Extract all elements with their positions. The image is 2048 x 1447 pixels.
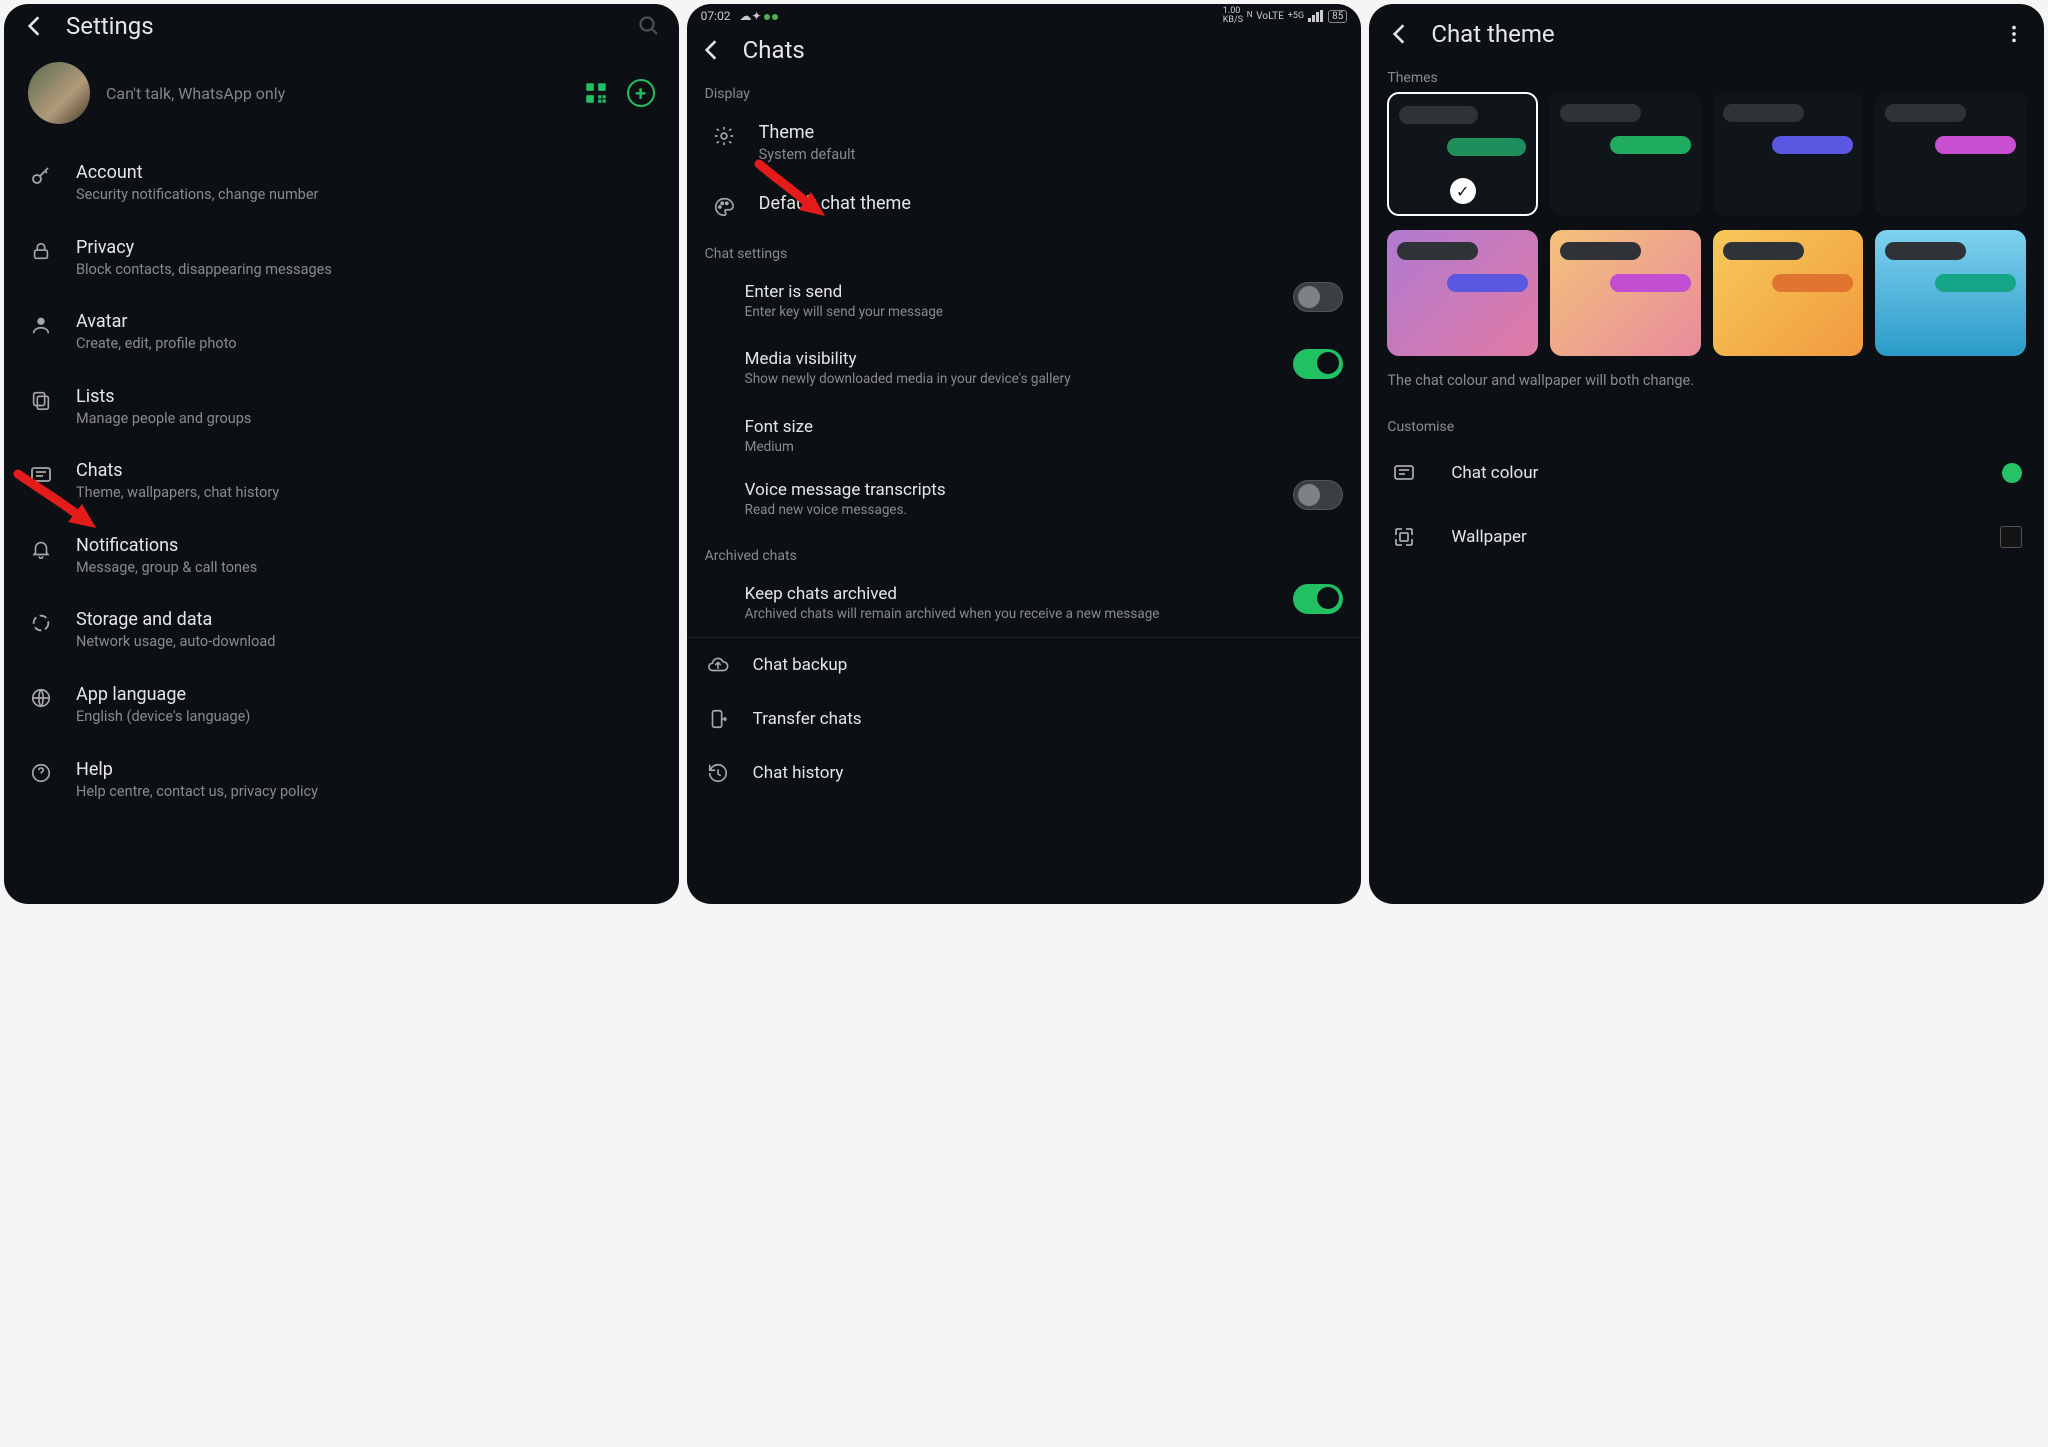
settings-item-app-language[interactable]: App language English (device's language) (4, 668, 679, 743)
chats-settings-screen: 07:02 ☁✦ 1.00KB/S ᴺVoLTE +5G 85 Chats Di… (687, 4, 1362, 904)
add-account-button[interactable]: + (627, 79, 655, 107)
chats-topbar: Chats (687, 28, 1362, 72)
theme-option-3[interactable] (1713, 92, 1864, 216)
back-button[interactable] (697, 36, 725, 64)
section-archived: Archived chats (687, 534, 1362, 570)
lists-icon (28, 389, 54, 411)
theme-row[interactable]: Theme System default (687, 108, 1362, 179)
chat-backup-row[interactable]: Chat backup (687, 638, 1362, 692)
theme-hint: The chat colour and wallpaper will both … (1369, 356, 2044, 405)
default-chat-theme-row[interactable]: Default chat theme (687, 179, 1362, 232)
font-size-row[interactable]: Font size Medium (687, 403, 1362, 467)
customise-label: Customise (1369, 405, 2044, 441)
clock: 07:02 (701, 9, 731, 23)
theme-option-7[interactable] (1713, 230, 1864, 356)
wallpaper-row[interactable]: Wallpaper (1369, 505, 2044, 569)
profile-status: Can't talk, WhatsApp only (106, 84, 285, 103)
more-menu-icon[interactable] (2000, 20, 2028, 48)
key-icon (28, 165, 54, 189)
settings-topbar: Settings (4, 4, 679, 48)
theme-option-4[interactable] (1875, 92, 2026, 216)
check-icon: ✓ (1450, 178, 1476, 204)
themes-label: Themes (1369, 56, 2044, 92)
avatar-icon (28, 314, 54, 336)
back-button[interactable] (1385, 20, 1413, 48)
chat-history-row[interactable]: Chat history (687, 746, 1362, 800)
page-title: Settings (66, 12, 154, 40)
wallpaper-icon (1391, 525, 1417, 549)
settings-screen: Settings Can't talk, WhatsApp only + Acc… (4, 4, 679, 904)
chat-icon (28, 463, 54, 487)
transfer-chats-row[interactable]: Transfer chats (687, 692, 1362, 746)
chat-theme-screen: Chat theme Themes ✓ The chat colour and … (1369, 4, 2044, 904)
bell-icon (28, 538, 54, 560)
palette-icon (711, 196, 737, 218)
settings-item-privacy[interactable]: Privacy Block contacts, disappearing mes… (4, 221, 679, 296)
globe-icon (28, 687, 54, 709)
transfer-icon (705, 708, 731, 730)
settings-item-lists[interactable]: Lists Manage people and groups (4, 370, 679, 445)
back-button[interactable] (20, 12, 48, 40)
theme-option-2[interactable] (1550, 92, 1701, 216)
avatar (28, 62, 90, 124)
qr-icon[interactable] (583, 80, 609, 106)
enter-is-send-switch[interactable] (1293, 282, 1343, 312)
cloud-upload-icon (705, 654, 731, 676)
profile-row[interactable]: Can't talk, WhatsApp only + (4, 48, 679, 146)
page-title: Chats (743, 36, 805, 64)
chat-colour-row[interactable]: Chat colour (1369, 441, 2044, 505)
lock-icon (28, 240, 54, 262)
chat-icon (1391, 461, 1417, 485)
settings-item-notifications[interactable]: Notifications Message, group & call tone… (4, 519, 679, 594)
data-icon (28, 612, 54, 634)
settings-item-chats[interactable]: Chats Theme, wallpapers, chat history (4, 444, 679, 519)
media-visibility-row[interactable]: Media visibility Show newly downloaded m… (687, 335, 1362, 403)
status-bar: 07:02 ☁✦ 1.00KB/S ᴺVoLTE +5G 85 (687, 4, 1362, 28)
theme-option-1[interactable]: ✓ (1387, 92, 1538, 216)
theme-option-6[interactable] (1550, 230, 1701, 356)
settings-item-storage-and-data[interactable]: Storage and data Network usage, auto-dow… (4, 593, 679, 668)
theme-option-8[interactable] (1875, 230, 2026, 356)
gear-icon (711, 125, 737, 147)
keep-archived-switch[interactable] (1293, 584, 1343, 614)
section-display: Display (687, 72, 1362, 108)
battery-badge: 85 (1328, 10, 1347, 23)
search-icon[interactable] (635, 12, 663, 40)
media-visibility-switch[interactable] (1293, 349, 1343, 379)
enter-is-send-row[interactable]: Enter is send Enter key will send your m… (687, 268, 1362, 336)
theme-option-5[interactable] (1387, 230, 1538, 356)
settings-item-help[interactable]: Help Help centre, contact us, privacy po… (4, 743, 679, 818)
section-chat-settings: Chat settings (687, 232, 1362, 268)
settings-item-account[interactable]: Account Security notifications, change n… (4, 146, 679, 221)
wallpaper-swatch (2000, 526, 2022, 548)
settings-item-avatar[interactable]: Avatar Create, edit, profile photo (4, 295, 679, 370)
help-icon (28, 762, 54, 784)
page-title: Chat theme (1431, 20, 1554, 48)
chat-theme-topbar: Chat theme (1369, 4, 2044, 56)
voice-transcripts-row[interactable]: Voice message transcripts Read new voice… (687, 466, 1362, 534)
keep-archived-row[interactable]: Keep chats archived Archived chats will … (687, 570, 1362, 638)
voice-transcripts-switch[interactable] (1293, 480, 1343, 510)
history-icon (705, 762, 731, 784)
chat-colour-swatch (2002, 463, 2022, 483)
